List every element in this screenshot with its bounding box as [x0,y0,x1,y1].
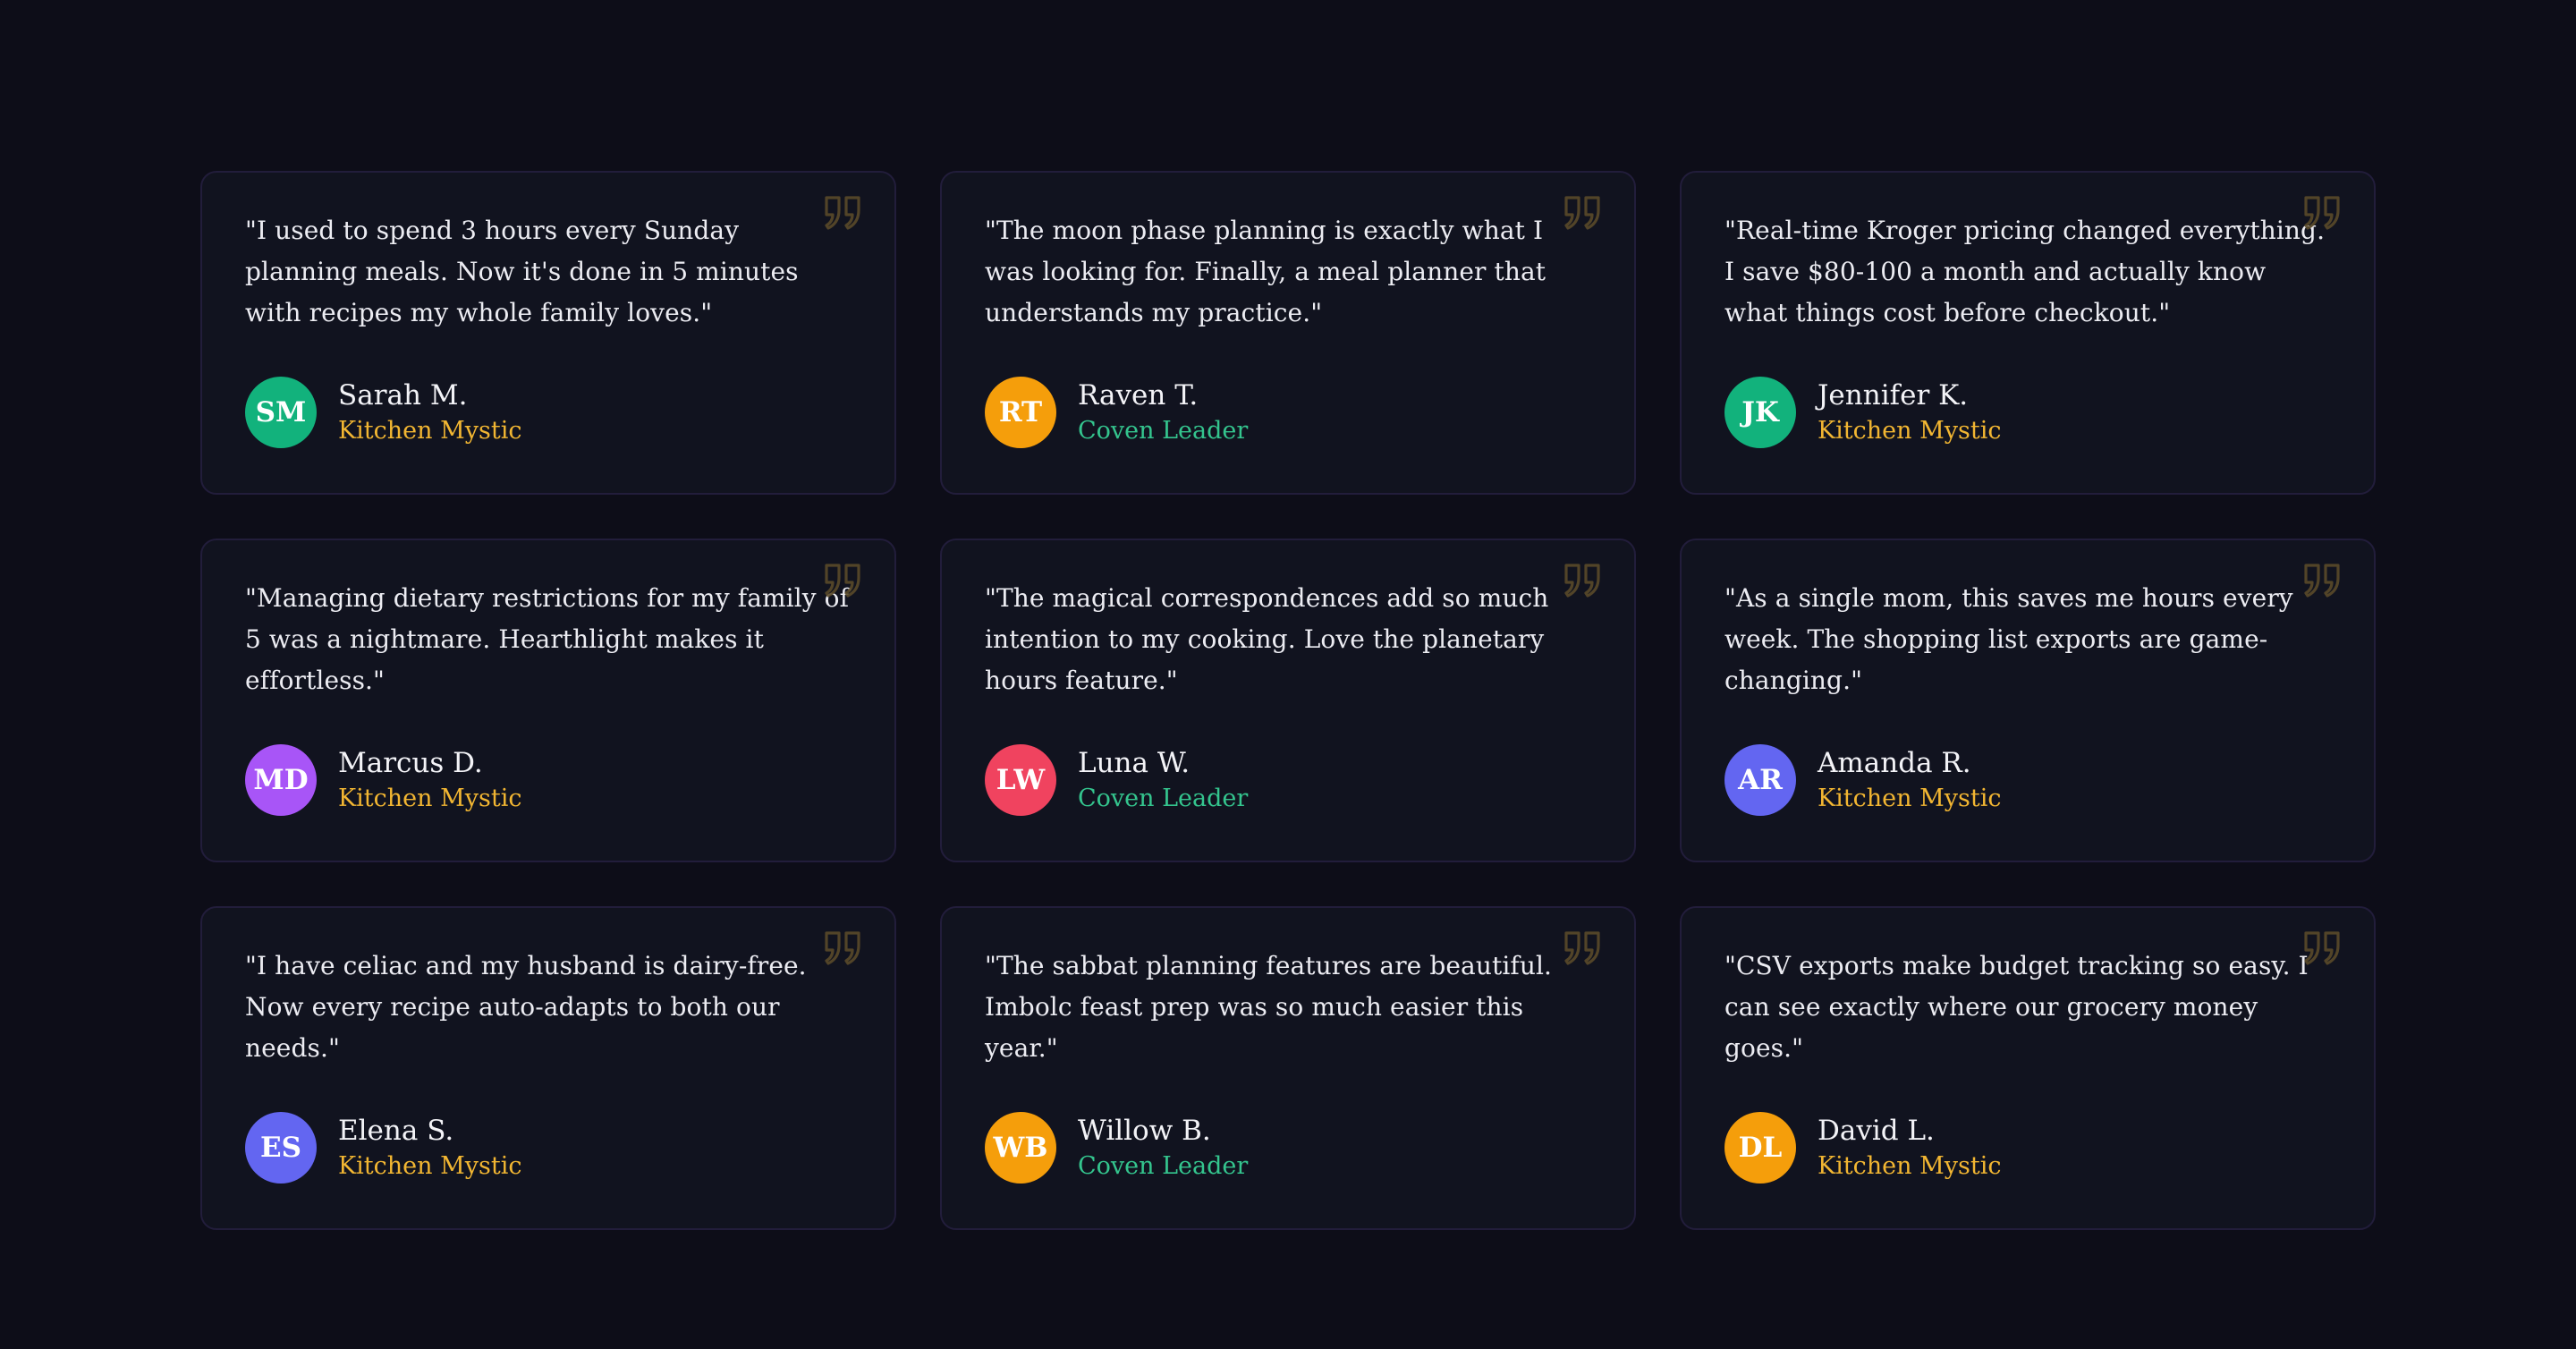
testimonial-quote: "Managing dietary restrictions for my fa… [245,583,850,695]
author-info: Willow B. Coven Leader [1078,1113,1248,1183]
author-role: Kitchen Mystic [1818,1152,2002,1180]
testimonial-author: WB Willow B. Coven Leader [985,1112,1591,1184]
quote-icon [2302,192,2343,233]
author-role: Kitchen Mystic [338,785,522,812]
testimonial-quote: "I used to spend 3 hours every Sunday pl… [245,216,799,327]
author-name: Luna W. [1078,747,1191,779]
avatar: WB [985,1112,1056,1184]
quote-icon [823,928,864,969]
testimonial-card: "CSV exports make budget tracking so eas… [1680,906,2376,1230]
author-info: Luna W. Coven Leader [1078,745,1248,815]
testimonial-quote: "The magical correspondences add so much… [985,583,1549,695]
author-info: Elena S. Kitchen Mystic [338,1113,521,1183]
testimonial-author: JK Jennifer K. Kitchen Mystic [1724,377,2331,448]
testimonial-quote: "The sabbat planning features are beauti… [985,951,1553,1063]
testimonial-card: "Managing dietary restrictions for my fa… [200,539,896,862]
avatar: DL [1724,1112,1796,1184]
testimonial-card: "The magical correspondences add so much… [940,539,1636,862]
testimonial-card: "I used to spend 3 hours every Sunday pl… [200,171,896,495]
testimonial-quote: "Real-time Kroger pricing changed everyt… [1724,216,2326,327]
avatar: LW [985,744,1056,816]
testimonial-card: "I have celiac and my husband is dairy-f… [200,906,896,1230]
author-info: Sarah M. Kitchen Mystic [338,378,521,447]
author-role: Kitchen Mystic [1818,785,2002,812]
author-name: Willow B. [1078,1115,1211,1147]
author-info: Marcus D. Kitchen Mystic [338,745,521,815]
author-role: Coven Leader [1078,785,1249,812]
testimonial-card: "As a single mom, this saves me hours ev… [1680,539,2376,862]
testimonial-card: "Real-time Kroger pricing changed everyt… [1680,171,2376,495]
author-info: Amanda R. Kitchen Mystic [1818,745,2001,815]
testimonial-author: RT Raven T. Coven Leader [985,377,1591,448]
testimonial-card: "The moon phase planning is exactly what… [940,171,1636,495]
testimonial-quote: "CSV exports make budget tracking so eas… [1724,951,2309,1063]
testimonial-author: SM Sarah M. Kitchen Mystic [245,377,852,448]
quote-icon [823,192,864,233]
author-role: Coven Leader [1078,417,1249,445]
author-role: Kitchen Mystic [338,1152,522,1180]
author-info: David L. Kitchen Mystic [1818,1113,2001,1183]
avatar: SM [245,377,317,448]
author-name: Amanda R. [1818,747,1971,779]
author-info: Jennifer K. Kitchen Mystic [1818,378,2001,447]
testimonials-grid: "I used to spend 3 hours every Sunday pl… [200,171,2376,1230]
author-name: Elena S. [338,1115,454,1147]
avatar: JK [1724,377,1796,448]
quote-icon [1563,192,1604,233]
testimonial-author: DL David L. Kitchen Mystic [1724,1112,2331,1184]
avatar: MD [245,744,317,816]
testimonial-card: "The sabbat planning features are beauti… [940,906,1636,1230]
quote-icon [2302,560,2343,601]
avatar: RT [985,377,1056,448]
testimonial-author: LW Luna W. Coven Leader [985,744,1591,816]
author-role: Coven Leader [1078,1152,1249,1180]
quote-icon [1563,928,1604,969]
author-name: Jennifer K. [1818,379,1969,411]
author-name: David L. [1818,1115,1935,1147]
testimonial-author: MD Marcus D. Kitchen Mystic [245,744,852,816]
quote-icon [2302,928,2343,969]
avatar: ES [245,1112,317,1184]
author-name: Marcus D. [338,747,483,779]
testimonial-quote: "I have celiac and my husband is dairy-f… [245,951,807,1063]
author-info: Raven T. Coven Leader [1078,378,1248,447]
author-role: Kitchen Mystic [338,417,522,445]
author-name: Sarah M. [338,379,468,411]
testimonial-quote: "The moon phase planning is exactly what… [985,216,1546,327]
testimonial-author: ES Elena S. Kitchen Mystic [245,1112,852,1184]
testimonial-quote: "As a single mom, this saves me hours ev… [1724,583,2293,695]
quote-icon [823,560,864,601]
author-role: Kitchen Mystic [1818,417,2002,445]
quote-icon [1563,560,1604,601]
testimonial-author: AR Amanda R. Kitchen Mystic [1724,744,2331,816]
avatar: AR [1724,744,1796,816]
author-name: Raven T. [1078,379,1199,411]
